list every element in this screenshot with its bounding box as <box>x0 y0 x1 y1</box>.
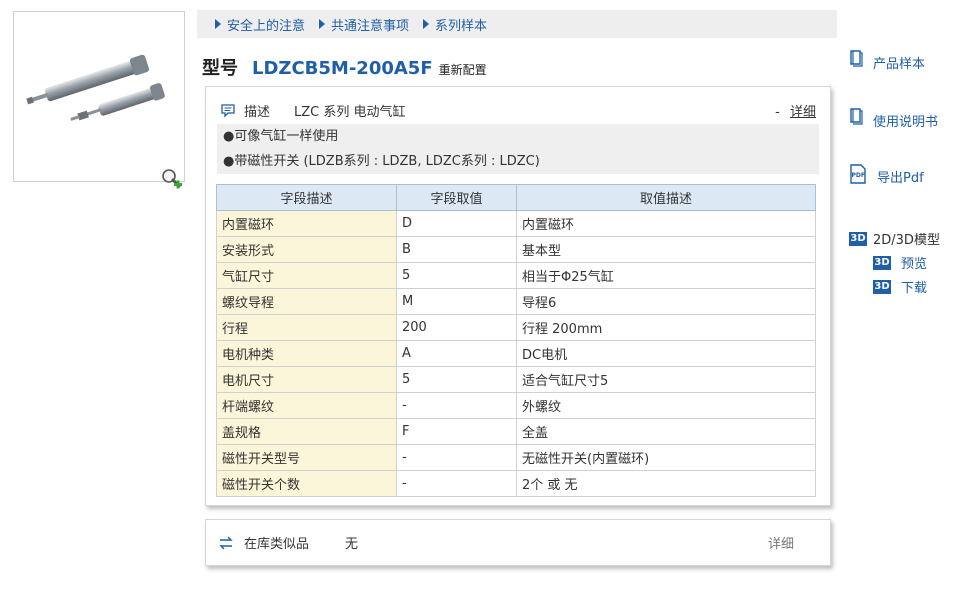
sidebar-item-download[interactable]: 3D 下载 <box>873 277 927 296</box>
table-row: 盖规格 F 全盖 <box>216 418 816 445</box>
field-description-cell: 杆端螺纹 <box>216 392 397 419</box>
table-row: 行程 200 行程 200mm <box>216 314 816 341</box>
stock-panel: 在库类似品 无 详细 <box>205 519 831 566</box>
field-value-cell: - <box>396 444 517 471</box>
spec-panel: 描述 LZC 系列 电动气缸 - 详细 ●可像气缸一样使用 ●带磁性开关 (LD… <box>205 86 831 506</box>
triangle-right-icon <box>319 19 326 29</box>
field-value-cell: 5 <box>396 262 517 289</box>
value-description-cell: 行程 200mm <box>516 314 816 341</box>
description-line: ●可像气缸一样使用 <box>223 129 339 144</box>
reconfigure-link[interactable]: 重新配置 <box>439 61 487 78</box>
value-description-cell: 内置磁环 <box>516 210 816 237</box>
model-number: LDZCB5M-200A5F <box>252 58 433 79</box>
description-more: - 详细 <box>775 104 816 120</box>
table-row: 电机尺寸 5 适合气缸尺寸5 <box>216 366 816 393</box>
field-description-cell: 磁性开关个数 <box>216 470 397 497</box>
field-description-cell: 气缸尺寸 <box>216 262 397 289</box>
header-field-description: 字段描述 <box>216 184 397 211</box>
value-description-cell: 全盖 <box>516 418 816 445</box>
field-value-cell: B <box>396 236 517 263</box>
sidebar-item-catalog[interactable]: 产品样本 <box>849 47 925 72</box>
field-description-cell: 电机尺寸 <box>216 366 397 393</box>
field-value-cell: F <box>396 418 517 445</box>
breadcrumb: 安全上的注意 共通注意事项 系列样本 <box>197 10 837 38</box>
field-description-cell: 行程 <box>216 314 397 341</box>
field-value-cell: D <box>396 210 517 237</box>
electric-cylinder-image <box>26 54 165 121</box>
value-description-cell: 导程6 <box>516 288 816 315</box>
value-description-cell: 外螺纹 <box>516 392 816 419</box>
field-value-cell: - <box>396 470 517 497</box>
book-icon <box>849 107 863 129</box>
field-description-cell: 磁性开关型号 <box>216 444 397 471</box>
breadcrumb-series-catalog[interactable]: 系列样本 <box>423 15 487 34</box>
value-description-cell: 适合气缸尺寸5 <box>516 366 816 393</box>
triangle-right-icon <box>423 19 430 29</box>
table-row: 电机种类 A DC电机 <box>216 340 816 367</box>
model-label: 型号 <box>202 58 238 79</box>
field-description-cell: 安装形式 <box>216 236 397 263</box>
table-row: 磁性开关个数 -2个 或 无 <box>216 470 816 497</box>
3d-icon: 3D <box>849 231 867 246</box>
book-icon <box>849 49 863 71</box>
value-description-cell: 相当于Φ25气缸 <box>516 262 816 289</box>
pdf-icon: PDF <box>849 164 867 188</box>
sidebar-item-preview[interactable]: 3D 预览 <box>873 253 927 272</box>
table-row: 杆端螺纹 - 外螺纹 <box>216 392 816 419</box>
stock-value: 无 <box>345 537 359 552</box>
3d-icon: 3D <box>873 255 891 270</box>
table-row: 安装形式 B 基本型 <box>216 236 816 263</box>
sidebar-item-export-pdf[interactable]: PDF 导出Pdf <box>849 164 924 188</box>
speech-bubble-icon <box>220 102 236 118</box>
sidebar-item-2d3d-model: 3D 2D/3D模型 <box>849 231 940 248</box>
description-header: 描述 LZC 系列 电动气缸 - 详细 <box>220 99 816 121</box>
svg-text:PDF: PDF <box>852 172 865 179</box>
description-line: ●带磁性开关 (LDZB系列 : LDZB, LDZC系列 : LDZC) <box>223 154 540 169</box>
header-value-description: 取值描述 <box>516 184 816 211</box>
breadcrumb-common-notes[interactable]: 共通注意事项 <box>319 15 409 34</box>
field-value-cell: - <box>396 392 517 419</box>
triangle-right-icon <box>215 19 221 29</box>
field-description-cell: 电机种类 <box>216 340 397 367</box>
value-description-cell: DC电机 <box>516 340 816 367</box>
page-title: 型号 LDZCB5M-200A5F 重新配置 <box>202 54 487 80</box>
field-value-cell: A <box>396 340 517 367</box>
table-header-row: 字段描述 字段取值 取值描述 <box>216 184 816 211</box>
table-row: 内置磁环 D 内置磁环 <box>216 210 816 237</box>
product-image <box>13 11 185 189</box>
description-body: ●可像气缸一样使用 ●带磁性开关 (LDZB系列 : LDZB, LDZC系列 … <box>217 124 819 174</box>
field-description-cell: 螺纹导程 <box>216 288 397 315</box>
value-description-cell: 基本型 <box>516 236 816 263</box>
stock-detail-link[interactable]: 详细 <box>768 533 794 552</box>
value-description-cell: 2个 或 无 <box>516 470 816 497</box>
sidebar-item-manual[interactable]: 使用说明书 <box>849 105 938 130</box>
3d-icon: 3D <box>873 279 891 294</box>
header-field-value: 字段取值 <box>396 184 517 211</box>
swap-arrows-icon <box>218 535 234 551</box>
field-description-cell: 内置磁环 <box>216 210 397 237</box>
field-value-cell: M <box>396 288 517 315</box>
breadcrumb-safety-notes[interactable]: 安全上的注意 <box>215 15 305 34</box>
field-description-cell: 盖规格 <box>216 418 397 445</box>
field-value-cell: 200 <box>396 314 517 341</box>
description-detail-link[interactable]: 详细 <box>790 105 816 120</box>
field-value-cell: 5 <box>396 366 517 393</box>
table-row: 螺纹导程 M 导程6 <box>216 288 816 315</box>
table-row: 气缸尺寸 5 相当于Φ25气缸 <box>216 262 816 289</box>
description-label: 描述 <box>244 104 271 120</box>
spec-table: 字段描述 字段取值 取值描述 内置磁环 D 内置磁环 安装形式 B 基本型 气缸尺寸 5 相… <box>216 184 816 497</box>
stock-label: 在库类似品 <box>244 537 310 552</box>
value-description-cell: 无磁性开关(内置磁环) <box>516 444 816 471</box>
description-text: LZC 系列 电动气缸 <box>294 104 406 120</box>
table-row: 磁性开关型号 - 无磁性开关(内置磁环) <box>216 444 816 471</box>
zoom-icon[interactable] <box>160 167 184 191</box>
